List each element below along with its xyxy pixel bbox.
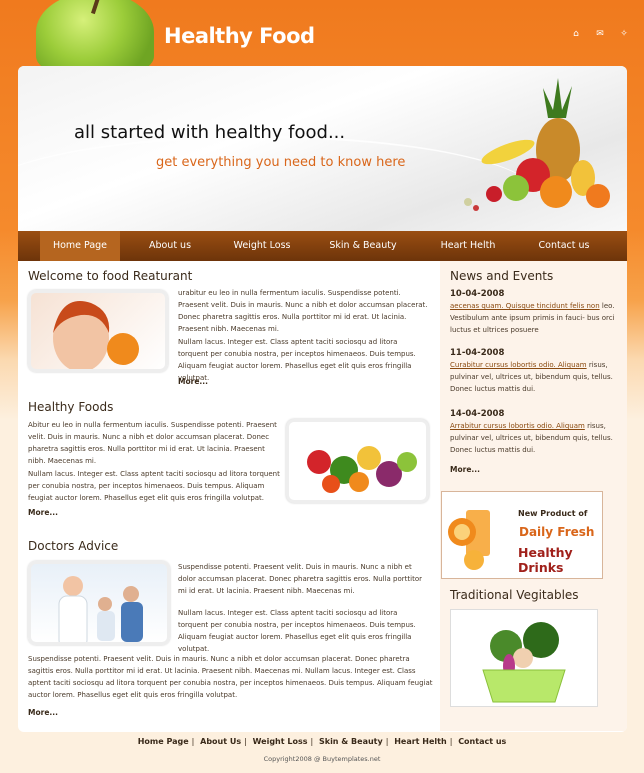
site-logo[interactable]: Healthy Food: [164, 24, 315, 48]
footer-link-skin-beauty[interactable]: Skin & Beauty: [319, 737, 383, 746]
promo-line-3: Healthy Drinks: [518, 545, 573, 575]
main-nav: Home Page About us Weight Loss Skin & Be…: [18, 231, 627, 261]
promo-line-2: Daily Fresh: [519, 525, 595, 539]
nav-home[interactable]: Home Page: [40, 231, 120, 261]
woman-orange-photo: [28, 290, 168, 372]
header: Healthy Food ⌂ ✉ ✧: [0, 0, 644, 72]
news-link[interactable]: aecenas quam. Quisque tincidunt felis no…: [450, 302, 600, 310]
welcome-title: Welcome to food Reaturant: [28, 269, 193, 283]
top-icons: ⌂ ✉ ✧: [570, 28, 630, 40]
news-item: 10-04-2008 aecenas quam. Quisque tincidu…: [450, 289, 620, 336]
footer-link-weight-loss[interactable]: Weight Loss: [253, 737, 308, 746]
promo-line-1: New Product of: [518, 509, 588, 518]
copyright: Copyright2008 @ Buytemplates.net: [263, 755, 381, 763]
doctors-text-1: Suspendisse potenti. Praesent velit. Dui…: [178, 563, 422, 595]
news-link[interactable]: Arrabitur cursus lobortis odio. Aliquam: [450, 422, 585, 430]
banner-tagline: get everything you need to know here: [156, 155, 406, 170]
news-item: 11-04-2008 Curabitur cursus lobortis odi…: [450, 348, 620, 395]
doctors-photo: [28, 561, 170, 645]
doctors-advice-title: Doctors Advice: [28, 539, 119, 553]
news-date: 11-04-2008: [450, 348, 505, 358]
news-item: 14-04-2008 Arrabitur cursus lobortis odi…: [450, 409, 620, 456]
footer-link-heart-health[interactable]: Heart Helth: [394, 737, 446, 746]
news-link[interactable]: Curabitur cursus lobortis odio. Aliquam: [450, 361, 587, 369]
doctors-more-link[interactable]: More...: [28, 708, 58, 717]
footer-link-about[interactable]: About Us: [200, 737, 241, 746]
footer-link-home[interactable]: Home Page: [138, 737, 189, 746]
vegetables-photo: [286, 419, 429, 503]
juice-glass-icon: [448, 510, 490, 570]
home-icon[interactable]: ⌂: [570, 28, 582, 40]
healthy-text-2: Nullam lacus. Integer est. Class aptent …: [28, 470, 280, 502]
vegetable-basket-image: [450, 609, 598, 707]
nav-about[interactable]: About us: [120, 231, 220, 261]
news-more-link[interactable]: More...: [450, 465, 480, 474]
nav-weight-loss[interactable]: Weight Loss: [220, 231, 304, 261]
healthy-drinks-ad[interactable]: New Product of Daily Fresh Healthy Drink…: [441, 491, 603, 579]
sitemap-icon[interactable]: ✧: [618, 28, 630, 40]
nav-contact[interactable]: Contact us: [514, 231, 614, 261]
news-date: 14-04-2008: [450, 409, 505, 419]
doctors-text-3: Suspendisse potenti. Praesent velit. Dui…: [28, 655, 433, 699]
footer-links: Home Page | About Us | Weight Loss | Skin &…: [137, 737, 507, 746]
welcome-text-1: urabitur eu leo in nulla fermentum iacul…: [178, 289, 428, 333]
welcome-more-link[interactable]: More...: [178, 377, 208, 386]
footer-link-contact[interactable]: Contact us: [458, 737, 506, 746]
vegetables-title: Traditional Vegitables: [450, 588, 579, 602]
healthy-more-link[interactable]: More...: [28, 508, 58, 517]
nav-skin-beauty[interactable]: Skin & Beauty: [304, 231, 422, 261]
main-content: Welcome to food Reaturant urabitur eu le…: [18, 261, 438, 731]
fruit-bowl-image: [464, 78, 610, 211]
mail-icon[interactable]: ✉: [594, 28, 606, 40]
banner: all started with healthy food... get eve…: [18, 66, 627, 231]
healthy-foods-title: Healthy Foods: [28, 400, 114, 414]
nav-heart-health[interactable]: Heart Helth: [422, 231, 514, 261]
footer: Home Page | About Us | Weight Loss | Skin &…: [0, 737, 644, 763]
healthy-text-1: Abitur eu leo in nulla fermentum iaculis…: [28, 421, 277, 465]
news-date: 10-04-2008: [450, 289, 505, 299]
doctors-text-2: Nullam lacus. Integer est. Class aptent …: [178, 609, 416, 653]
welcome-text-2: Nullam lacus. Integer est. Class aptent …: [178, 338, 416, 382]
news-title: News and Events: [450, 269, 554, 283]
content-frame: all started with healthy food... get eve…: [18, 66, 627, 732]
banner-headline: all started with healthy food...: [74, 122, 346, 143]
